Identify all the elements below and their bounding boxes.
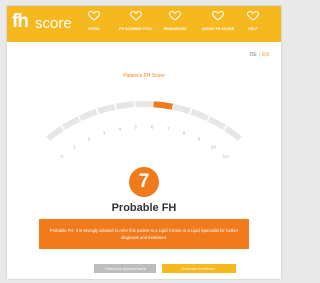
- gauge-tick-label: 3: [103, 130, 106, 135]
- advice-text: Probable FH. It is strongly advised to r…: [49, 228, 239, 240]
- score-value: 7: [138, 171, 150, 192]
- gauge-track-segment: [224, 125, 242, 141]
- gauge-tick-label: 9: [198, 136, 201, 141]
- gauge-tick-label: 2: [88, 136, 91, 141]
- gauge-tick-label: 6: [151, 124, 154, 129]
- app-frame: fh score INTRO FH SCORING TOOL RESOURCES AB…: [7, 6, 281, 279]
- gauge-track-segment: [115, 101, 134, 110]
- gauge-tick-label: 4: [119, 126, 122, 131]
- gauge-tick-label: 5: [135, 124, 138, 129]
- gauge-track-segment: [190, 108, 210, 121]
- gauge-track-segment: [207, 116, 227, 130]
- gauge-highlight-segment: [153, 101, 173, 110]
- gauge-track-segment: [172, 103, 191, 115]
- score-badge: 7: [129, 167, 159, 197]
- gauge-tick-label: 10: [211, 144, 217, 149]
- gauge-tick-label: 11+: [223, 154, 231, 159]
- gauge-track-segment: [78, 108, 98, 121]
- advice-box: Probable FH. It is strongly advised to r…: [39, 219, 249, 249]
- gauge-track-segment: [61, 116, 81, 130]
- gauge-tick-label: 7: [167, 126, 170, 131]
- result-label: Probable FH: [111, 202, 177, 214]
- gauge-tick-label: 1: [74, 144, 77, 149]
- gauge-track-segment: [97, 103, 116, 115]
- gauge-track-segment: [46, 125, 64, 141]
- return-to-questionnaire-button[interactable]: ‹ Return to questionnaire: [94, 264, 156, 273]
- gauge-tick-label: 0: [60, 154, 63, 159]
- continue-to-referral-button[interactable]: Continue to referral ›: [162, 264, 236, 273]
- gauge-tick-label: 8: [183, 130, 186, 135]
